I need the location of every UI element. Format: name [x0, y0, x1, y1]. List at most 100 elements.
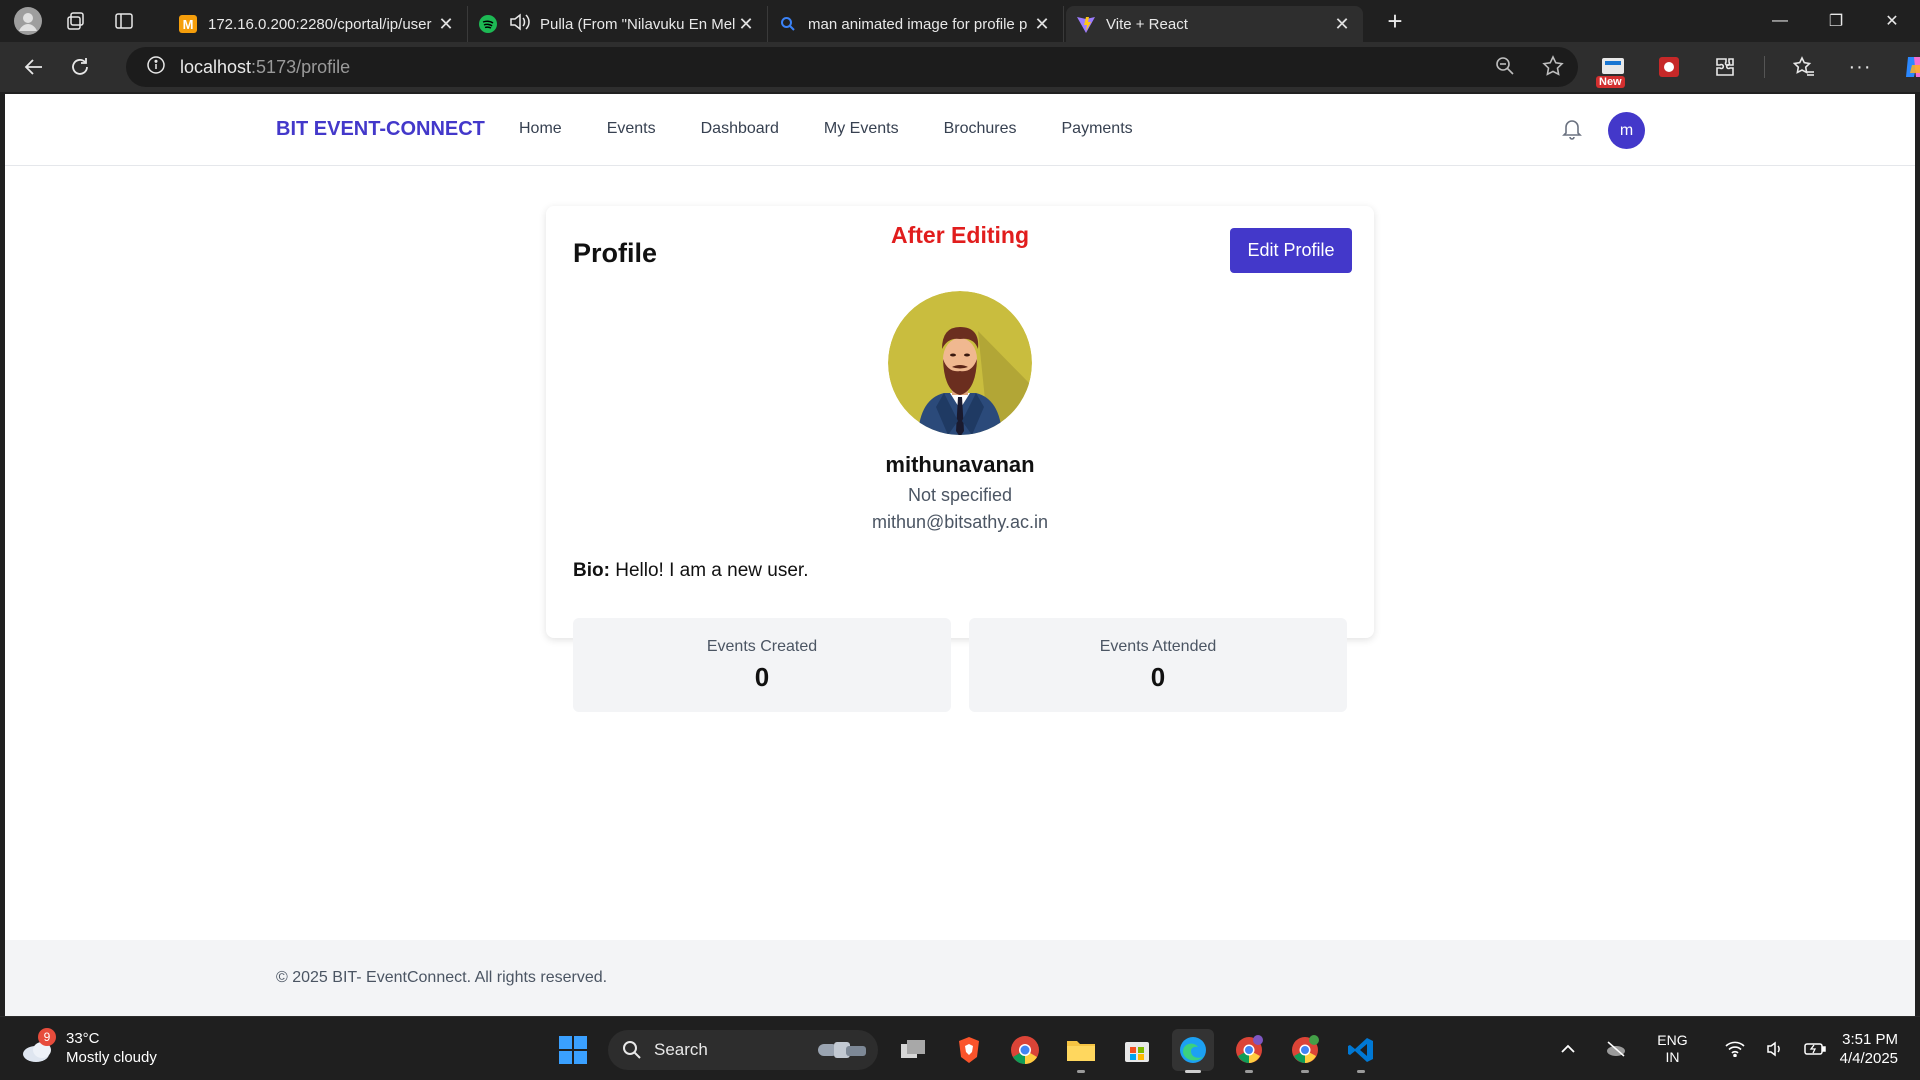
speaker-icon[interactable] — [508, 12, 530, 36]
stat-value: 0 — [1150, 662, 1166, 692]
page-footer: © 2025 BIT- EventConnect. All rights res… — [5, 940, 1915, 1016]
task-view-icon[interactable] — [892, 1029, 934, 1071]
user-email: mithun@bitsathy.ac.in — [871, 512, 1049, 532]
tab-search[interactable]: man animated image for profile p ✕ — [768, 6, 1064, 42]
extensions-puzzle-icon[interactable] — [1708, 50, 1742, 84]
favorites-icon[interactable] — [1787, 50, 1821, 84]
edge-icon[interactable] — [1172, 1029, 1214, 1073]
copyright-text: © 2025 BIT- EventConnect. All rights res… — [276, 969, 608, 986]
close-icon[interactable]: ✕ — [1031, 14, 1053, 35]
refresh-icon[interactable] — [58, 47, 102, 87]
copilot-icon[interactable] — [1899, 50, 1920, 84]
tab-portal[interactable]: M 172.16.0.200:2280/cportal/ip/user ✕ — [168, 6, 468, 42]
new-tab-icon[interactable]: + — [1371, 0, 1419, 42]
close-window-icon[interactable]: ✕ — [1864, 0, 1920, 42]
tab-title: Pulla (From "Nilavuku En Mel — [540, 15, 735, 33]
bio-text: Hello! I am a new user. — [615, 560, 809, 581]
tab-title: Vite + React — [1106, 15, 1188, 33]
more-options-icon[interactable]: ··· — [1843, 50, 1877, 84]
window-controls: — ❐ ✕ — [1752, 0, 1920, 42]
language-indicator[interactable]: ENG IN — [1657, 1032, 1687, 1066]
search-icon — [623, 1041, 641, 1059]
system-tray: ENG IN 3:51 PM 4/4/2025 — [1543, 1017, 1920, 1080]
volume-icon[interactable] — [1760, 1041, 1790, 1057]
nav-payments[interactable]: Payments — [1062, 120, 1133, 138]
tab-vite-react[interactable]: Vite + React ✕ — [1066, 6, 1363, 42]
weather-badge: 9 — [38, 1028, 56, 1046]
vscode-icon[interactable] — [1340, 1029, 1382, 1073]
address-bar[interactable]: localhost:5173/profile — [126, 47, 1578, 87]
zoom-out-icon[interactable] — [1494, 55, 1516, 82]
stat-label: Events Created — [706, 638, 818, 655]
spotify-icon — [478, 14, 498, 34]
url-path: :5173/profile — [251, 56, 351, 77]
weather-temp: 33°C — [66, 1030, 100, 1047]
chevron-up-icon[interactable] — [1553, 1044, 1583, 1054]
workspaces-icon[interactable] — [52, 0, 100, 42]
battery-icon[interactable] — [1800, 1042, 1830, 1056]
close-icon[interactable]: ✕ — [1331, 14, 1353, 35]
chrome-profile-a-icon[interactable] — [1284, 1029, 1326, 1073]
profile-avatar-icon[interactable] — [4, 0, 52, 42]
favorite-star-icon[interactable] — [1542, 55, 1564, 82]
edit-profile-button[interactable]: Edit Profile — [1230, 228, 1352, 273]
vertical-tabs-icon[interactable] — [100, 0, 148, 42]
tab-title: 172.16.0.200:2280/cportal/ip/user — [208, 15, 432, 33]
restore-icon[interactable]: ❐ — [1808, 0, 1864, 42]
clock-date: 4/4/2025 — [1839, 1050, 1898, 1067]
nav-brochures[interactable]: Brochures — [944, 120, 1017, 138]
search-icon — [778, 14, 798, 34]
user-avatar-button[interactable]: m — [1608, 112, 1645, 149]
site-info-icon[interactable] — [146, 55, 166, 80]
svg-text:M: M — [183, 17, 194, 32]
profile-picture — [888, 291, 1032, 435]
extension-new-icon[interactable]: New — [1596, 50, 1630, 88]
clock-time: 3:51 PM — [1842, 1031, 1898, 1048]
nav-home[interactable]: Home — [519, 120, 562, 138]
stat-events-created: Events Created 0 — [573, 618, 951, 712]
file-explorer-icon[interactable] — [1060, 1029, 1102, 1073]
system-clock[interactable]: 3:51 PM 4/4/2025 — [1840, 1030, 1898, 1068]
chrome-icon[interactable] — [1004, 1029, 1046, 1071]
main-nav: Home Events Dashboard My Events Brochure… — [519, 120, 1178, 138]
lang-line1: ENG — [1657, 1032, 1688, 1048]
app-navbar: BIT EVENT-CONNECT Home Events Dashboard … — [5, 94, 1915, 166]
portal-icon: M — [178, 14, 198, 34]
taskbar-apps: Search — [552, 1029, 1382, 1073]
onedrive-off-icon[interactable] — [1601, 1041, 1631, 1057]
tab-spotify[interactable]: Pulla (From "Nilavuku En Mel ✕ — [468, 6, 768, 42]
nav-dashboard[interactable]: Dashboard — [701, 120, 779, 138]
user-name: mithunavanan — [885, 452, 1035, 477]
stat-label: Events Attended — [1099, 638, 1217, 655]
user-department: Not specified — [907, 485, 1013, 505]
wifi-icon[interactable] — [1720, 1041, 1750, 1057]
vite-icon — [1076, 14, 1096, 34]
chrome-profile-icon[interactable] — [1228, 1029, 1270, 1073]
taskbar-search-box[interactable]: Search — [608, 1030, 878, 1070]
page-viewport: BIT EVENT-CONNECT Home Events Dashboard … — [5, 94, 1915, 1016]
browser-tab-strip: M 172.16.0.200:2280/cportal/ip/user ✕ Pu… — [0, 0, 1920, 42]
url-text: localhost:5173/profile — [180, 57, 350, 78]
brave-icon[interactable] — [948, 1029, 990, 1071]
tab-title: man animated image for profile p — [808, 15, 1028, 33]
stat-value: 0 — [754, 662, 770, 692]
microsoft-store-icon[interactable] — [1116, 1029, 1158, 1071]
weather-widget[interactable]: 9 33°C Mostly cloudy — [20, 1028, 157, 1067]
nav-events[interactable]: Events — [607, 120, 656, 138]
stat-events-attended: Events Attended 0 — [969, 618, 1347, 712]
close-icon[interactable]: ✕ — [735, 14, 757, 35]
nav-my-events[interactable]: My Events — [824, 120, 899, 138]
extension-red-icon[interactable] — [1652, 50, 1686, 84]
brand-logo[interactable]: BIT EVENT-CONNECT — [276, 118, 485, 141]
back-icon[interactable] — [12, 47, 56, 87]
bio-label: Bio: — [573, 560, 610, 581]
windows-taskbar: 9 33°C Mostly cloudy Search ENG IN 3:51 … — [0, 1016, 1920, 1080]
start-windows-icon[interactable] — [552, 1029, 594, 1071]
bio-section: Bio: Hello! I am a new user. — [573, 560, 808, 582]
cloud-icon: 9 — [20, 1028, 56, 1066]
close-icon[interactable]: ✕ — [435, 14, 457, 35]
weather-condition: Mostly cloudy — [66, 1049, 157, 1066]
notification-bell-icon[interactable] — [1560, 116, 1584, 147]
minimize-icon[interactable]: — — [1752, 0, 1808, 42]
search-label: Search — [654, 1040, 708, 1059]
